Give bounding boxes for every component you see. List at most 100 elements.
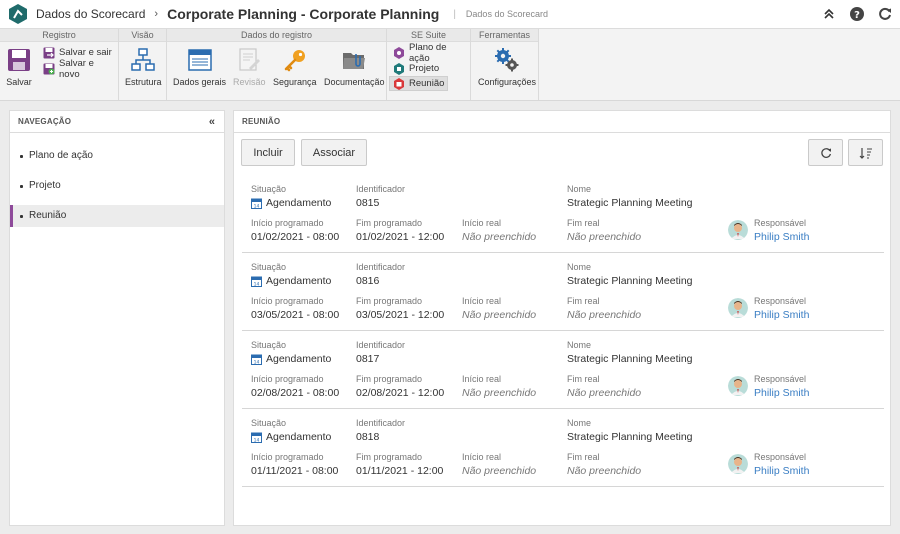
svg-text:14: 14 (254, 359, 260, 365)
general-data-icon (187, 47, 213, 73)
field-value: Não preenchido (567, 465, 642, 477)
field-label: Nome (567, 340, 592, 350)
field-label: Responsável (754, 218, 807, 228)
include-button[interactable]: Incluir (241, 139, 295, 166)
save-exit-label: Salvar e sair (59, 47, 112, 58)
responsible-link[interactable]: Philip Smith (754, 387, 809, 400)
field-value: 01/11/2021 - 08:00 (251, 465, 339, 477)
nav-item-plano-de-acao[interactable]: Plano de ação (10, 145, 224, 167)
responsible-link[interactable]: Philip Smith (754, 231, 809, 244)
help-icon[interactable]: ? (849, 6, 864, 21)
calendar-icon: 14 (251, 432, 262, 443)
field-label: Início real (462, 452, 502, 462)
documentation-icon (341, 47, 367, 73)
workspace: NAVEGAÇÃO « Plano de ação Projeto Reuniã… (0, 101, 900, 534)
field-label: Fim programado (356, 296, 423, 306)
field-value: Não preenchido (462, 309, 537, 321)
collapse-left-icon[interactable]: « (209, 116, 215, 128)
field-label: Início real (462, 374, 502, 384)
security-button[interactable]: Segurança (273, 47, 317, 87)
responsible-link[interactable]: Philip Smith (754, 309, 809, 322)
actual-end-field: Fim real Não preenchido (567, 296, 641, 322)
sort-button[interactable] (848, 139, 883, 166)
field-value: 01/02/2021 - 12:00 (356, 231, 445, 243)
field-label: Fim real (567, 218, 600, 228)
breadcrumb-app[interactable]: Dados do Scorecard (36, 7, 145, 21)
field-label: Fim programado (356, 374, 423, 384)
field-value: 03/05/2021 - 12:00 (356, 309, 445, 321)
responsible-field: Responsável Philip Smith (754, 218, 809, 244)
field-value: Strategic Planning Meeting (567, 353, 693, 365)
identifier-field: Identificador 0817 (356, 340, 405, 366)
ribbon-group-dados: Dados do registro Dados gerais Revisão S… (167, 29, 387, 100)
calendar-icon: 14 (251, 198, 262, 209)
refresh-icon[interactable] (877, 6, 892, 21)
field-label: Fim real (567, 374, 600, 384)
field-value: 02/08/2021 - 12:00 (356, 387, 445, 399)
general-data-label: Dados gerais (173, 77, 227, 87)
chevron-right-icon: › (154, 8, 159, 20)
name-field: Nome Strategic Planning Meeting (567, 262, 693, 288)
project-icon (393, 62, 405, 75)
avatar-icon (728, 454, 748, 474)
field-value: Não preenchido (462, 231, 537, 243)
settings-button[interactable]: Configurações (478, 47, 536, 87)
field-label: Início real (462, 296, 502, 306)
meeting-record[interactable]: Situação 14 Agendamento Identificador 08… (242, 331, 884, 409)
meeting-record[interactable]: Situação 14 Agendamento Identificador 08… (242, 253, 884, 331)
action-plan-button[interactable]: Plano de ação (390, 42, 470, 64)
status-value: 14 Agendamento (251, 431, 331, 444)
scheduled-end-field: Fim programado 01/02/2021 - 12:00 (356, 218, 444, 244)
documentation-button[interactable]: Documentação (324, 47, 385, 87)
field-label: Início real (462, 218, 502, 228)
scheduled-start-field: Início programado 03/05/2021 - 08:00 (251, 296, 339, 322)
responsible-field: Responsável Philip Smith (754, 374, 809, 400)
collapse-up-icon[interactable] (821, 6, 836, 21)
avatar-icon (728, 298, 748, 318)
action-plan-icon (393, 46, 405, 59)
field-value: 0816 (356, 275, 380, 287)
status-value: 14 Agendamento (251, 275, 331, 288)
scheduled-end-field: Fim programado 03/05/2021 - 12:00 (356, 296, 444, 322)
documentation-label: Documentação (324, 77, 385, 87)
title-actions: ? (821, 6, 892, 21)
ribbon-group-ferramentas: Ferramentas Configurações (471, 29, 539, 100)
ribbon-toolbar: Registro Salvar Salvar e sair Salvar e n… (0, 29, 900, 101)
group-title: Visão (119, 29, 166, 42)
structure-button[interactable]: Estrutura (125, 47, 162, 87)
revision-button[interactable]: Revisão (233, 47, 266, 87)
meeting-button[interactable]: Reunião (389, 76, 449, 91)
navigation-panel: NAVEGAÇÃO « Plano de ação Projeto Reuniã… (9, 110, 225, 526)
meeting-record[interactable]: Situação 14 Agendamento Identificador 08… (242, 409, 884, 487)
navigation-title: NAVEGAÇÃO (10, 111, 224, 133)
nav-item-reuniao[interactable]: Reunião (10, 205, 224, 227)
reload-button[interactable] (808, 139, 843, 166)
responsible-field: Responsável Philip Smith (754, 452, 809, 478)
actual-start-field: Início real Não preenchido (462, 374, 536, 400)
field-value: Não preenchido (567, 387, 642, 399)
actual-start-field: Início real Não preenchido (462, 296, 536, 322)
settings-label: Configurações (478, 77, 537, 87)
name-field: Nome Strategic Planning Meeting (567, 184, 693, 210)
field-value: 02/08/2021 - 08:00 (251, 387, 340, 399)
save-exit-icon (43, 47, 55, 59)
list-toolbar: Incluir Associar (234, 133, 890, 175)
nav-item-label: Plano de ação (29, 150, 93, 161)
svg-text:14: 14 (254, 203, 260, 209)
associate-button[interactable]: Associar (301, 139, 367, 166)
group-title: Registro (0, 29, 118, 42)
nav-item-projeto[interactable]: Projeto (10, 175, 224, 197)
security-key-icon (282, 47, 308, 73)
field-label: Início programado (251, 218, 324, 228)
ribbon-group-registro: Registro Salvar Salvar e sair Salvar e n… (0, 29, 119, 100)
field-label: Identificador (356, 184, 406, 194)
general-data-button[interactable]: Dados gerais (173, 47, 226, 87)
group-title: SE Suite (387, 29, 470, 42)
title-bar: Dados do Scorecard › Corporate Planning … (0, 0, 900, 29)
responsible-link[interactable]: Philip Smith (754, 465, 809, 478)
save-new-button[interactable]: Salvar e novo (40, 58, 118, 80)
project-button[interactable]: Projeto (390, 61, 442, 76)
meeting-record[interactable]: Situação 14 Agendamento Identificador 08… (242, 175, 884, 253)
status-field: Situação 14 Agendamento (251, 262, 331, 288)
save-button[interactable]: Salvar (6, 47, 32, 87)
